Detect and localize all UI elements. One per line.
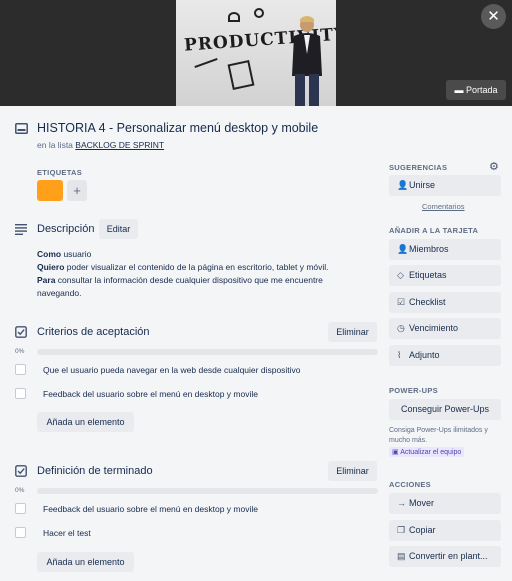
upgrade-icon: ▣	[392, 449, 401, 456]
card-title-row: HISTORIA 4 - Personalizar menú desktop y…	[15, 121, 318, 135]
gear-icon[interactable]: ⚙	[489, 160, 499, 173]
join-button[interactable]: 👤Unirse	[389, 175, 501, 196]
doodle-document	[227, 59, 255, 91]
actions-heading: ACCIONES	[389, 480, 431, 489]
checklist-label: Checklist	[409, 297, 446, 307]
edit-description-button[interactable]: Editar	[99, 219, 138, 239]
labels-label: Etiquetas	[409, 270, 447, 280]
upgrade-label: Actualizar el equipo	[400, 449, 462, 456]
checklist-item[interactable]: Feedback del usuario sobre el menú en de…	[43, 389, 258, 399]
move-label: Mover	[409, 498, 435, 508]
suggestions-heading: SUGERENCIAS	[389, 163, 448, 172]
quiero-value: poder visualizar el contenido de la pági…	[64, 262, 329, 272]
members-button[interactable]: 👤Miembros	[389, 239, 501, 260]
checklist-item-checkbox[interactable]	[15, 527, 26, 538]
upgrade-team-link[interactable]: ▣ Actualizar el equipo	[389, 447, 465, 457]
checklist-title-2[interactable]: Definición de terminado	[37, 465, 153, 477]
user-icon: 👤	[397, 244, 409, 254]
card-list-info: en la lista BACKLOG DE SPRINT	[37, 140, 164, 150]
checklist-item-checkbox[interactable]	[15, 364, 26, 375]
cover-button[interactable]: ▬ Portada	[446, 80, 506, 100]
checklist-item-checkbox[interactable]	[15, 503, 26, 514]
add-label-button[interactable]: +	[67, 180, 87, 201]
cover-image: PRODUCTIVITY	[176, 0, 336, 106]
checklist-icon	[15, 326, 27, 338]
copy-button[interactable]: ❐ Copiar	[389, 520, 501, 541]
checklist-item[interactable]: Que el usuario pueda navegar en la web d…	[43, 365, 301, 375]
make-template-button[interactable]: ▤ Convertir en plant...	[389, 546, 501, 567]
checklist-progress-bar-2	[37, 488, 378, 494]
add-to-card-heading: AÑADIR A LA TARJETA	[389, 226, 479, 235]
quiero-key: Quiero	[37, 262, 65, 272]
para-key: Para	[37, 275, 56, 285]
checklist-progress-1: 0%	[15, 348, 25, 355]
labels-heading: ETIQUETAS	[37, 168, 83, 177]
list-name-link[interactable]: BACKLOG DE SPRINT	[75, 140, 164, 150]
make-template-label: Convertir en plant...	[409, 551, 488, 561]
paperclip-icon: ⌇	[397, 350, 402, 360]
delete-checklist-button-2[interactable]: Eliminar	[328, 461, 377, 481]
add-item-button-2[interactable]: Añada un elemento	[37, 552, 134, 572]
card-title[interactable]: HISTORIA 4 - Personalizar menú desktop y…	[37, 121, 318, 135]
para-value: consultar la información desde cualquier…	[37, 275, 323, 298]
move-button[interactable]: → Mover	[389, 493, 501, 514]
card-icon	[15, 122, 28, 134]
label-chip-orange[interactable]	[37, 180, 63, 201]
tag-icon: ◇	[397, 270, 404, 280]
cover-person	[292, 16, 322, 106]
como-key: Como	[37, 249, 62, 259]
checklist-button[interactable]: ☑ Checklist	[389, 292, 501, 313]
checklist-item-checkbox[interactable]	[15, 388, 26, 399]
checklist-title-1[interactable]: Criterios de aceptación	[37, 326, 150, 338]
checklist-item[interactable]: Feedback del usuario sobre el menú en de…	[43, 504, 258, 514]
delete-checklist-button-1[interactable]: Eliminar	[328, 322, 377, 342]
doodle-arrow	[194, 57, 218, 69]
user-icon: 👤	[397, 180, 409, 190]
como-value: usuario	[61, 249, 92, 259]
close-button[interactable]: ✕	[481, 4, 506, 29]
checklist-item[interactable]: Hacer el test	[43, 528, 91, 538]
checklist-icon: ☑	[397, 297, 406, 307]
list-prefix: en la lista	[37, 140, 73, 150]
description-icon	[15, 224, 27, 235]
arrow-right-icon: →	[397, 498, 406, 508]
due-date-label: Vencimiento	[409, 323, 459, 333]
attachment-button[interactable]: ⌇ Adjunto	[389, 345, 501, 366]
doodle-circle	[254, 8, 264, 18]
description-text[interactable]: Como usuario Quiero poder visualizar el …	[37, 248, 367, 300]
powerups-description: Consiga Power-Ups ilimitados y mucho más…	[389, 427, 488, 444]
copy-icon: ❐	[397, 525, 406, 535]
members-label: Miembros	[409, 244, 449, 254]
powerups-heading: POWER-UPS	[389, 386, 438, 395]
card-image-icon: ▬	[454, 85, 466, 95]
cover-button-label: Portada	[465, 85, 498, 95]
copy-label: Copiar	[409, 525, 436, 535]
template-icon: ▤	[397, 551, 406, 561]
checklist-icon	[15, 465, 27, 477]
card-cover: PRODUCTIVITY ✕ ▬ Portada	[0, 0, 512, 106]
comments-link[interactable]: Comentarios	[422, 202, 465, 211]
due-date-button[interactable]: ◷ Vencimiento	[389, 318, 501, 339]
checklist-progress-2: 0%	[15, 487, 25, 494]
description-heading: Descripción	[37, 223, 95, 235]
get-powerups-button[interactable]: Conseguir Power-Ups	[389, 399, 501, 420]
doodle-heart	[228, 12, 240, 22]
attachment-label: Adjunto	[409, 350, 440, 360]
add-item-button-1[interactable]: Añada un elemento	[37, 412, 134, 432]
join-label: Unirse	[409, 180, 436, 190]
clock-icon: ◷	[397, 323, 405, 333]
labels-button[interactable]: ◇ Etiquetas	[389, 265, 501, 286]
checklist-progress-bar-1	[37, 349, 378, 355]
